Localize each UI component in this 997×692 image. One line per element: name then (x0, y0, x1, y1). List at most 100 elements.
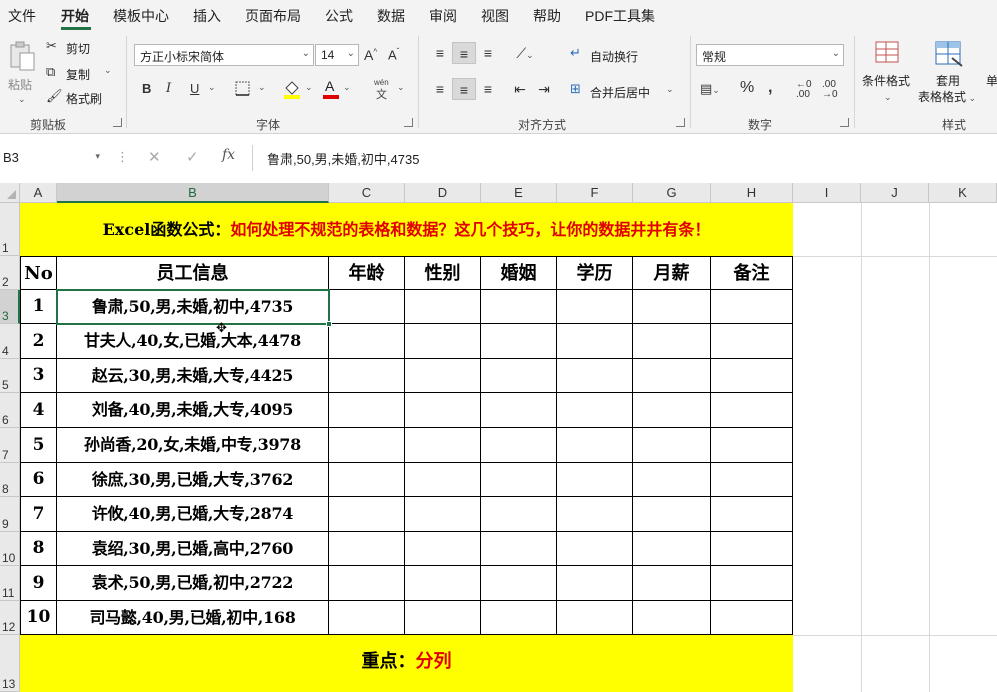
table-cell-no[interactable]: 2 (20, 324, 57, 359)
table-cell-marriage[interactable] (481, 428, 557, 463)
table-cell-gender[interactable] (405, 566, 481, 601)
align-bottom-icon[interactable]: ≡ (476, 42, 500, 64)
table-cell-remark[interactable] (711, 290, 793, 324)
table-cell-remark[interactable] (711, 497, 793, 532)
italic-button[interactable]: I (166, 82, 171, 95)
header-cell-salary[interactable]: 月薪 (633, 256, 711, 290)
column-header-g[interactable]: G (633, 183, 711, 203)
menu-help[interactable]: 帮助 (533, 6, 561, 26)
row-header-10[interactable]: 10 (0, 532, 20, 566)
row-header-5[interactable]: 5 (0, 359, 20, 393)
column-header-b[interactable]: B (57, 183, 329, 203)
table-cell-info[interactable]: 司马懿,40,男,已婚,初中,168 (57, 601, 329, 635)
column-header-f[interactable]: F (557, 183, 633, 203)
table-cell-gender[interactable] (405, 393, 481, 428)
table-cell-age[interactable] (329, 324, 405, 359)
table-cell-gender[interactable] (405, 532, 481, 566)
table-cell-marriage[interactable] (481, 290, 557, 324)
table-cell-gender[interactable] (405, 324, 481, 359)
name-box[interactable]: B3 ▾ (0, 146, 104, 170)
table-cell-education[interactable] (557, 463, 633, 497)
row-header-1[interactable]: 1 (0, 203, 20, 256)
table-cell-salary[interactable] (633, 566, 711, 601)
table-cell-info[interactable]: 鲁肃,50,男,未婚,初中,4735 (57, 290, 329, 324)
align-right-icon[interactable]: ≡ (476, 78, 500, 100)
font-color-icon[interactable]: A (322, 78, 340, 100)
percent-icon[interactable]: % (740, 80, 754, 96)
table-cell-no[interactable]: 6 (20, 463, 57, 497)
table-cell-age[interactable] (329, 428, 405, 463)
comma-style-icon[interactable]: , (768, 80, 772, 96)
phonetic-dropdown-icon[interactable]: ⌄ (397, 82, 405, 93)
table-cell-salary[interactable] (633, 393, 711, 428)
increase-font-icon[interactable]: A^ (364, 48, 377, 62)
table-cell-salary[interactable] (633, 324, 711, 359)
formula-input[interactable]: 鲁肃,50,男,未婚,初中,4735 (252, 145, 997, 171)
table-cell-education[interactable] (557, 359, 633, 393)
table-cell-no[interactable]: 3 (20, 359, 57, 393)
table-cell-info[interactable]: 刘备,40,男,未婚,大专,4095 (57, 393, 329, 428)
table-cell-education[interactable] (557, 324, 633, 359)
cut-button[interactable]: ✂ 剪切 (46, 38, 106, 58)
alignment-launcher-icon[interactable] (676, 118, 685, 127)
decrease-decimal-icon[interactable]: .00 →0 (822, 80, 838, 100)
table-cell-education[interactable] (557, 290, 633, 324)
table-cell-salary[interactable] (633, 428, 711, 463)
header-cell-marriage[interactable]: 婚姻 (481, 256, 557, 290)
phonetic-icon[interactable]: wén 文 (372, 78, 392, 101)
format-as-table-button[interactable]: 套用 表格格式 ⌄ (918, 38, 984, 112)
fill-handle[interactable] (326, 321, 332, 327)
fill-color-dropdown-icon[interactable]: ⌄ (305, 82, 313, 93)
wrap-text-button[interactable]: ↵ 自动换行 (570, 44, 660, 66)
table-cell-remark[interactable] (711, 324, 793, 359)
table-cell-no[interactable]: 8 (20, 532, 57, 566)
column-header-a[interactable]: A (20, 183, 57, 203)
table-cell-age[interactable] (329, 601, 405, 635)
menu-data[interactable]: 数据 (377, 6, 405, 26)
table-cell-marriage[interactable] (481, 566, 557, 601)
number-launcher-icon[interactable] (840, 118, 849, 127)
table-cell-marriage[interactable] (481, 497, 557, 532)
table-cell-no[interactable]: 9 (20, 566, 57, 601)
table-cell-age[interactable] (329, 497, 405, 532)
align-left-icon[interactable]: ≡ (428, 78, 452, 100)
font-color-dropdown-icon[interactable]: ⌄ (343, 82, 351, 93)
table-cell-education[interactable] (557, 566, 633, 601)
table-cell-gender[interactable] (405, 290, 481, 324)
underline-button[interactable]: U (190, 82, 199, 95)
table-cell-age[interactable] (329, 359, 405, 393)
table-cell-marriage[interactable] (481, 601, 557, 635)
table-cell-gender[interactable] (405, 497, 481, 532)
table-cell-salary[interactable] (633, 601, 711, 635)
font-name-select[interactable]: 方正小标宋简体 ⌄ (134, 44, 314, 66)
format-painter-button[interactable]: 🖌 格式刷 (46, 88, 116, 108)
table-cell-remark[interactable] (711, 532, 793, 566)
footer-banner[interactable]: 重点：分列 (20, 635, 793, 692)
row-header-13[interactable]: 13 (0, 635, 20, 692)
row-header-9[interactable]: 9 (0, 497, 20, 532)
table-cell-education[interactable] (557, 393, 633, 428)
underline-dropdown-icon[interactable]: ⌄ (208, 82, 216, 93)
table-cell-info[interactable]: 孙尚香,20,女,未婚,中专,3978 (57, 428, 329, 463)
borders-dropdown-icon[interactable]: ⌄ (258, 82, 266, 93)
table-cell-remark[interactable] (711, 359, 793, 393)
table-cell-salary[interactable] (633, 532, 711, 566)
decrease-font-icon[interactable]: Aˇ (388, 48, 399, 62)
table-cell-age[interactable] (329, 463, 405, 497)
worksheet-grid[interactable]: A B C D E F G H I J K 1 2 3 4 5 6 7 8 9 … (0, 183, 997, 692)
table-cell-no[interactable]: 5 (20, 428, 57, 463)
table-cell-no[interactable]: 10 (20, 601, 57, 635)
header-cell-info[interactable]: 员工信息 (57, 256, 329, 290)
clipboard-launcher-icon[interactable] (113, 118, 122, 127)
table-cell-marriage[interactable] (481, 324, 557, 359)
copy-button[interactable]: ⧉ 复制 ⌄ (46, 64, 116, 84)
table-cell-salary[interactable] (633, 290, 711, 324)
table-cell-remark[interactable] (711, 601, 793, 635)
borders-icon[interactable] (234, 80, 252, 98)
header-cell-age[interactable]: 年龄 (329, 256, 405, 290)
conditional-format-button[interactable]: 条件格式 ⌄ (860, 38, 916, 112)
menu-pdf-tools[interactable]: PDF工具集 (585, 6, 655, 26)
table-cell-marriage[interactable] (481, 359, 557, 393)
header-cell-no[interactable]: No (20, 256, 57, 290)
table-cell-remark[interactable] (711, 463, 793, 497)
